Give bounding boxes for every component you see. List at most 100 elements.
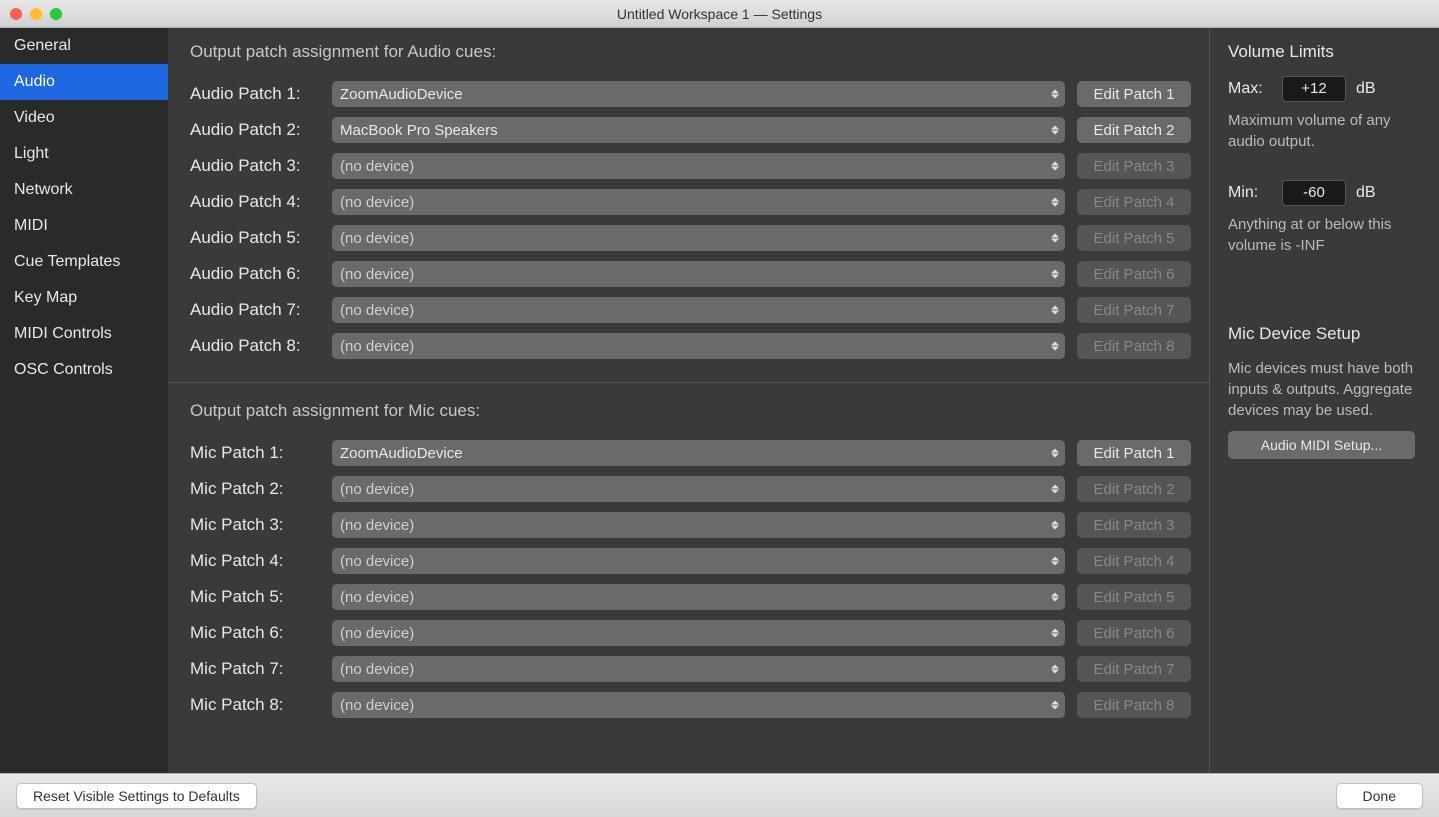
volume-limits-heading: Volume Limits: [1228, 42, 1415, 62]
mic-patch-label-2: Mic Patch 2:: [190, 479, 320, 499]
mic-patch-select-7[interactable]: (no device): [332, 656, 1065, 682]
audio-patch-select-1[interactable]: ZoomAudioDevice: [332, 81, 1065, 107]
up-down-icon: [1051, 449, 1059, 458]
min-unit: dB: [1356, 184, 1376, 202]
audio-patch-select-2[interactable]: MacBook Pro Speakers: [332, 117, 1065, 143]
audio-patch-select-7[interactable]: (no device): [332, 297, 1065, 323]
main-content: Output patch assignment for Audio cues: …: [168, 28, 1439, 773]
mic-patch-select-4[interactable]: (no device): [332, 548, 1065, 574]
side-panel: Volume Limits Max: +12 dB Maximum volume…: [1209, 28, 1439, 773]
footer: Reset Visible Settings to Defaults Done: [0, 773, 1439, 817]
audio-patch-row-7: Audio Patch 7:(no device)Edit Patch 7: [190, 292, 1191, 328]
audio-patch-label-2: Audio Patch 2:: [190, 120, 320, 140]
up-down-icon: [1051, 665, 1059, 674]
max-volume-input[interactable]: +12: [1282, 76, 1346, 102]
sidebar-item-osc-controls[interactable]: OSC Controls: [0, 352, 168, 388]
mic-edit-patch-button-1[interactable]: Edit Patch 1: [1077, 440, 1191, 466]
mic-patch-select-5[interactable]: (no device): [332, 584, 1065, 610]
audio-patch-row-2: Audio Patch 2: MacBook Pro Speakers Edit P…: [190, 112, 1191, 148]
up-down-icon: [1051, 234, 1059, 243]
sidebar-item-general[interactable]: General: [0, 28, 168, 64]
minimize-window-button[interactable]: [30, 8, 42, 20]
audio-midi-setup-button[interactable]: Audio MIDI Setup...: [1228, 431, 1415, 459]
audio-patch-label-7: Audio Patch 7:: [190, 300, 320, 320]
mic-edit-patch-button-8: Edit Patch 8: [1077, 692, 1191, 718]
sidebar-item-midi-controls[interactable]: MIDI Controls: [0, 316, 168, 352]
mic-patch-device-8: (no device): [340, 697, 414, 714]
audio-patch-row-5: Audio Patch 5:(no device)Edit Patch 5: [190, 220, 1191, 256]
reset-defaults-button[interactable]: Reset Visible Settings to Defaults: [16, 783, 257, 809]
audio-patch-row-3: Audio Patch 3: (no device) Edit Patch 3: [190, 148, 1191, 184]
audio-patch-device-6: (no device): [340, 266, 414, 283]
audio-patch-row-6: Audio Patch 6: (no device) Edit Patch 6: [190, 256, 1191, 292]
mic-patch-row-8: Mic Patch 8: (no device) Edit Patch 8: [190, 687, 1191, 723]
mic-patch-label-6: Mic Patch 6:: [190, 623, 320, 643]
mic-edit-patch-button-2: Edit Patch 2: [1077, 476, 1191, 502]
mic-patch-select-3[interactable]: (no device): [332, 512, 1065, 538]
max-unit: dB: [1356, 80, 1376, 98]
mic-patch-row-5: Mic Patch 5:(no device)Edit Patch 5: [190, 579, 1191, 615]
maximize-window-button[interactable]: [50, 8, 62, 20]
sidebar-item-audio[interactable]: Audio: [0, 64, 168, 100]
audio-patch-device-2: MacBook Pro Speakers: [340, 122, 498, 139]
mic-patch-select-1[interactable]: ZoomAudioDevice: [332, 440, 1065, 466]
audio-edit-patch-button-1[interactable]: Edit Patch 1: [1077, 81, 1191, 107]
mic-patch-label-5: Mic Patch 5:: [190, 587, 320, 607]
sidebar-item-light[interactable]: Light: [0, 136, 168, 172]
up-down-icon: [1051, 270, 1059, 279]
sidebar-item-cue-templates[interactable]: Cue Templates: [0, 244, 168, 280]
sidebar-item-network[interactable]: Network: [0, 172, 168, 208]
min-volume-input[interactable]: -60: [1282, 180, 1346, 206]
mic-patch-row-4: Mic Patch 4: (no device) Edit Patch 4: [190, 543, 1191, 579]
done-button[interactable]: Done: [1336, 783, 1423, 809]
audio-patch-device-4: (no device): [340, 194, 414, 211]
mic-patch-device-5: (no device): [340, 589, 414, 606]
audio-patch-select-6[interactable]: (no device): [332, 261, 1065, 287]
mic-patch-label-3: Mic Patch 3:: [190, 515, 320, 535]
up-down-icon: [1051, 593, 1059, 602]
audio-edit-patch-button-3: Edit Patch 3: [1077, 153, 1191, 179]
mic-patch-select-6[interactable]: (no device): [332, 620, 1065, 646]
audio-patch-select-4[interactable]: (no device): [332, 189, 1065, 215]
audio-edit-patch-button-6: Edit Patch 6: [1077, 261, 1191, 287]
up-down-icon: [1051, 629, 1059, 638]
audio-edit-patch-button-8: Edit Patch 8: [1077, 333, 1191, 359]
mic-patch-select-8[interactable]: (no device): [332, 692, 1065, 718]
audio-patch-label-4: Audio Patch 4:: [190, 192, 320, 212]
up-down-icon: [1051, 521, 1059, 530]
mic-patch-row-7: Mic Patch 7: (no device) Edit Patch 7: [190, 651, 1191, 687]
mic-patch-label-4: Mic Patch 4:: [190, 551, 320, 571]
audio-patch-label-6: Audio Patch 6:: [190, 264, 320, 284]
mic-patch-device-7: (no device): [340, 661, 414, 678]
mic-patch-device-4: (no device): [340, 553, 414, 570]
mic-edit-patch-button-3: Edit Patch 3: [1077, 512, 1191, 538]
titlebar: Untitled Workspace 1 — Settings: [0, 0, 1439, 28]
mic-section-title: Output patch assignment for Mic cues:: [190, 401, 1191, 421]
audio-edit-patch-button-4: Edit Patch 4: [1077, 189, 1191, 215]
audio-edit-patch-button-2[interactable]: Edit Patch 2: [1077, 117, 1191, 143]
patch-area: Output patch assignment for Audio cues: …: [168, 28, 1209, 773]
audio-patch-select-3[interactable]: (no device): [332, 153, 1065, 179]
max-label: Max:: [1228, 80, 1272, 98]
mic-patch-select-2[interactable]: (no device): [332, 476, 1065, 502]
mic-patch-row-3: Mic Patch 3: (no device) Edit Patch 3: [190, 507, 1191, 543]
mic-patch-label-7: Mic Patch 7:: [190, 659, 320, 679]
sidebar-item-video[interactable]: Video: [0, 100, 168, 136]
up-down-icon: [1051, 701, 1059, 710]
sidebar-item-midi[interactable]: MIDI: [0, 208, 168, 244]
audio-patch-label-3: Audio Patch 3:: [190, 156, 320, 176]
traffic-lights: [10, 8, 62, 20]
audio-patch-select-5[interactable]: (no device): [332, 225, 1065, 251]
up-down-icon: [1051, 198, 1059, 207]
mic-patch-row-2: Mic Patch 2: (no device) Edit Patch 2: [190, 471, 1191, 507]
mic-edit-patch-button-7: Edit Patch 7: [1077, 656, 1191, 682]
sidebar-item-key-map[interactable]: Key Map: [0, 280, 168, 316]
mic-edit-patch-button-4: Edit Patch 4: [1077, 548, 1191, 574]
close-window-button[interactable]: [10, 8, 22, 20]
up-down-icon: [1051, 557, 1059, 566]
audio-patch-device-7: (no device): [340, 302, 414, 319]
audio-patch-label-5: Audio Patch 5:: [190, 228, 320, 248]
settings-sidebar: GeneralAudioVideoLightNetworkMIDICue Tem…: [0, 28, 168, 773]
mic-patch-label-8: Mic Patch 8:: [190, 695, 320, 715]
audio-patch-select-8[interactable]: (no device): [332, 333, 1065, 359]
